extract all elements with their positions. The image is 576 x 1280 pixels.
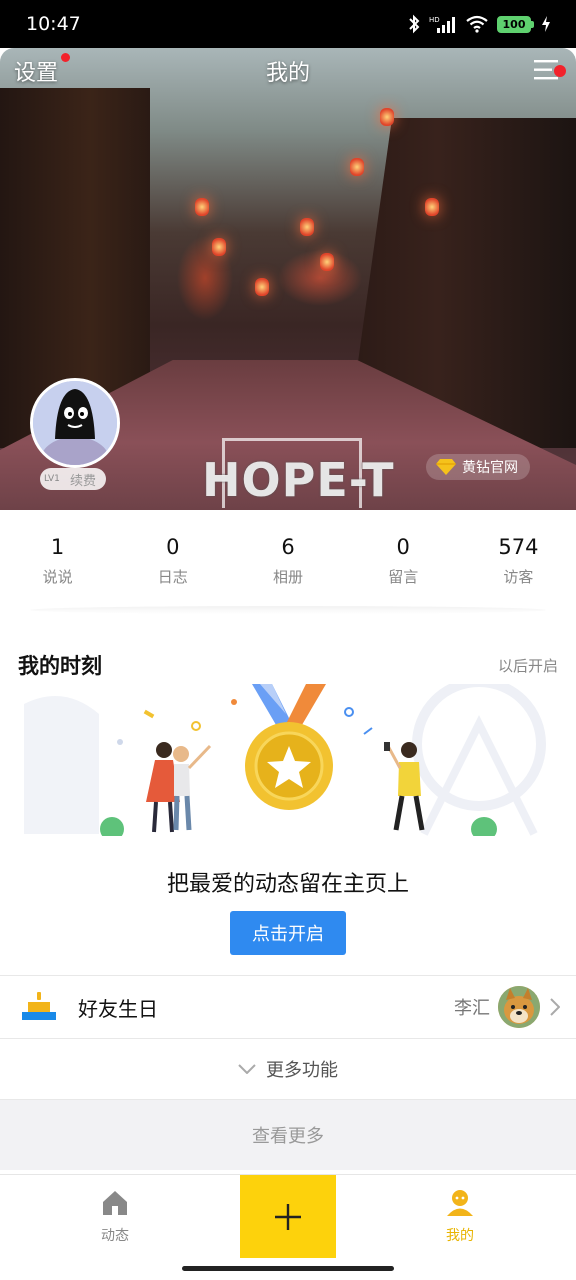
profile-cover[interactable]: HOPE-T 设置 我的 LV1 续费 黄钻官网 [0,48,576,510]
lantern-decoration [350,158,364,176]
svg-text:HD: HD [429,16,440,24]
nav-feed[interactable]: 动态 [60,1175,170,1259]
notification-dot [554,65,566,77]
battery-icon: 100 [497,15,534,33]
friend-name: 李汇 [454,998,490,1019]
stat-label: 日志 [157,568,188,586]
moments-illustration [24,677,552,841]
moments-title: 我的时刻 [18,654,102,678]
cake-icon [22,992,56,1020]
view-more-button[interactable]: 查看更多 [0,1100,576,1170]
yellow-diamond-button[interactable]: 黄钻官网 [426,454,530,480]
stat-blog[interactable]: 0 日志 [115,530,230,608]
more-features-label: 更多功能 [266,1060,338,1081]
renew-badge[interactable]: LV1 续费 [40,468,107,490]
page-title: 我的 [265,61,310,86]
avatar-image [33,381,117,465]
stat-value: 6 [281,535,295,559]
moments-header: 我的时刻 以后开启 [18,650,558,680]
wifi-icon [466,15,488,33]
medal-illustration [24,677,546,841]
level-label: LV1 [44,474,60,484]
yellow-diamond-label: 黄钻官网 [462,460,518,476]
home-indicator[interactable] [182,1266,394,1271]
hd-signal-icon: HD [429,16,455,33]
stat-message[interactable]: 0 留言 [346,530,461,608]
stats-divider-shadow [30,606,546,614]
lantern-decoration [255,278,269,296]
lantern-decoration [212,238,226,256]
notification-dot [61,53,71,62]
chevron-down-icon [238,1064,256,1074]
stat-shuoshuo[interactable]: 1 说说 [0,530,115,608]
battery-level: 100 [497,15,531,33]
status-icons: HD 100 [407,14,550,34]
profile-icon [447,1190,473,1216]
stat-album[interactable]: 6 相册 [230,530,345,608]
plus-icon [275,1203,301,1230]
charging-icon [542,16,550,32]
settings-label: 设置 [14,61,59,86]
divider [0,1038,576,1039]
diamond-icon [436,459,456,475]
stat-label: 相册 [273,568,304,586]
cover-topbar: 设置 我的 [0,48,576,94]
stat-label: 说说 [42,568,73,586]
status-time: 10:47 [26,13,81,35]
menu-button[interactable] [534,59,566,83]
add-post-button[interactable] [240,1175,336,1258]
stat-label: 访客 [503,568,534,586]
lantern-decoration [195,198,209,216]
cover-logo-text: HOPE-T [202,453,395,507]
moments-promo-text: 把最爱的动态留在主页上 [166,872,409,897]
enable-later-button[interactable]: 以后开启 [498,655,558,676]
stat-value: 0 [166,535,180,559]
nav-feed-label: 动态 [101,1228,129,1244]
view-more-label: 查看更多 [252,1126,324,1147]
bottom-nav: 动态 我的 [0,1174,576,1280]
status-bar: 10:47 HD 100 [0,0,576,48]
stat-value: 1 [50,535,65,559]
home-icon [103,1191,127,1215]
stat-value: 0 [396,535,410,559]
stat-value: 574 [498,535,539,559]
stat-visitors[interactable]: 574 访客 [461,530,576,608]
settings-button[interactable]: 设置 [14,53,71,87]
lantern-decoration [320,253,334,271]
chevron-right-icon [550,998,560,1016]
renew-label: 续费 [70,473,97,489]
friend-birthday-label: 好友生日 [78,996,158,1021]
lantern-decoration [380,108,394,126]
nav-mine[interactable]: 我的 [405,1175,515,1259]
friend-avatar [498,986,540,1028]
bluetooth-icon [409,14,420,34]
stat-label: 留言 [388,568,419,586]
friend-birthday-row[interactable]: 好友生日 李汇 [0,976,576,1038]
avatar[interactable] [30,378,120,468]
lantern-decoration [425,198,439,216]
stats-row: 1 说说 0 日志 6 相册 0 留言 574 访客 [0,530,576,608]
more-features-button[interactable]: 更多功能 [0,1040,576,1098]
nav-mine-label: 我的 [446,1228,474,1244]
enable-moments-button[interactable]: 点击开启 [230,911,346,955]
lantern-decoration [300,218,314,236]
